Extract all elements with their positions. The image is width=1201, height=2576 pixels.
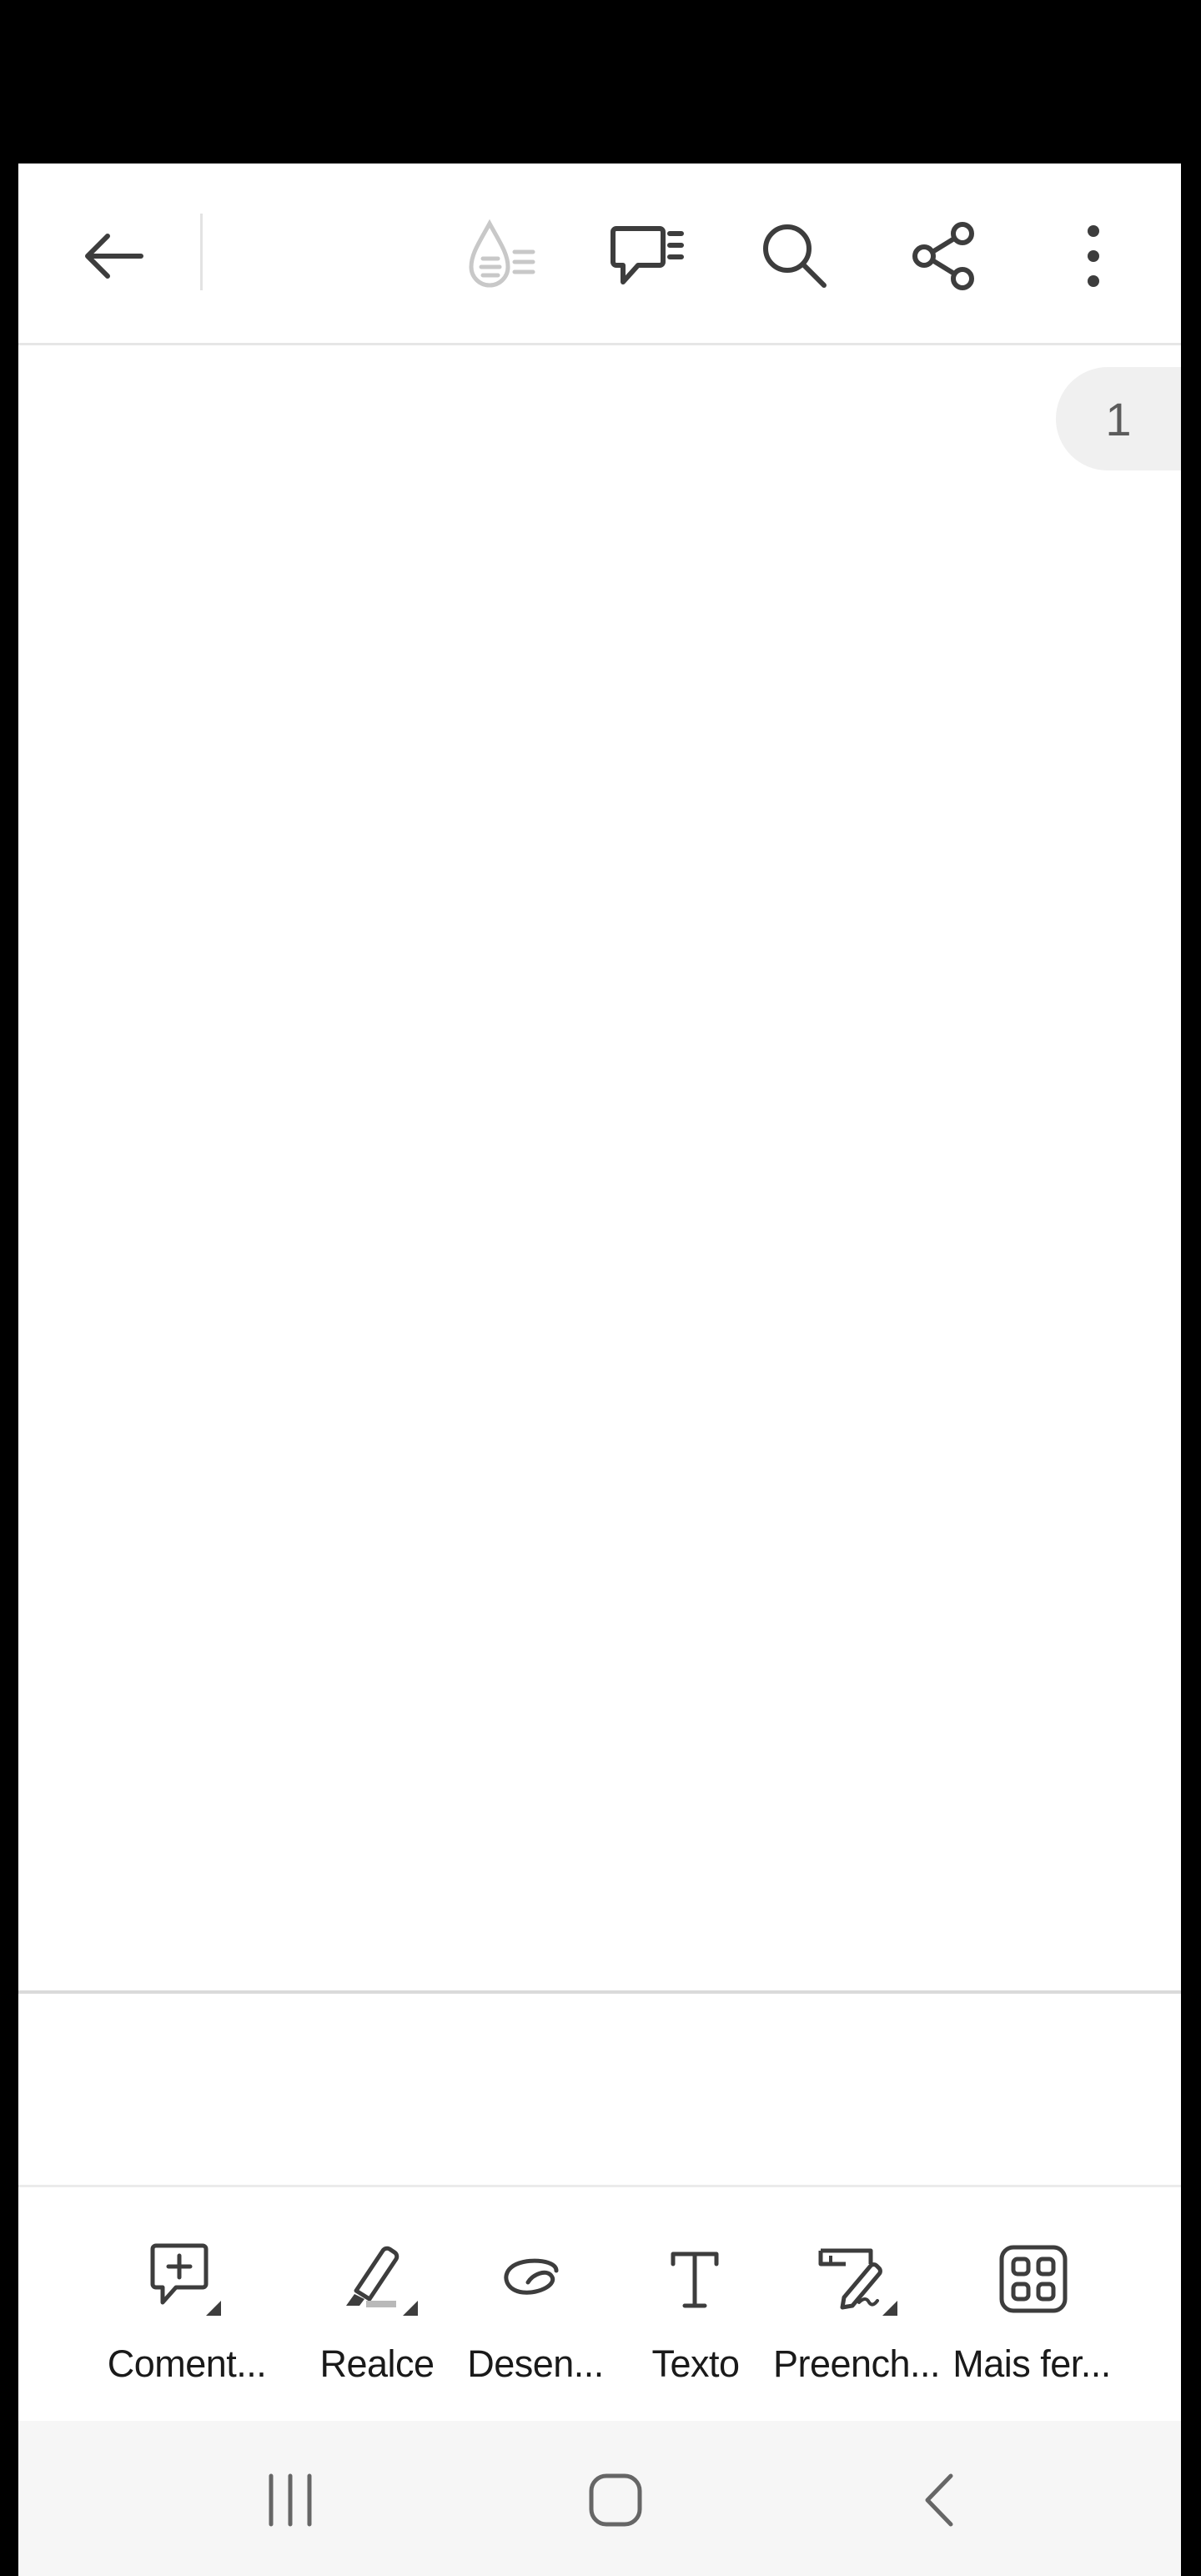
- text-icon: [650, 2239, 741, 2322]
- more-options-icon: [1088, 225, 1099, 287]
- tool-comment-label: Coment...: [107, 2342, 267, 2385]
- liquid-mode-icon: [469, 219, 535, 288]
- draw-icon: [490, 2239, 581, 2322]
- pdf-viewer-app: 1 Coment... Realce Desen... Texto Preenc…: [18, 164, 1181, 2576]
- document-viewport[interactable]: 1: [18, 345, 1181, 1990]
- home-icon: [589, 2473, 642, 2527]
- liquid-mode-button[interactable]: [457, 210, 549, 302]
- home-button[interactable]: [549, 2446, 682, 2554]
- search-icon: [763, 224, 827, 288]
- tool-more-tools-label: Mais fer...: [952, 2342, 1111, 2385]
- share-icon: [912, 222, 974, 290]
- tool-more-tools[interactable]: Mais fer...: [944, 2187, 1119, 2421]
- top-toolbar: [18, 164, 1181, 345]
- page-number-badge[interactable]: 1: [1056, 367, 1181, 470]
- recent-apps-button[interactable]: [224, 2446, 357, 2554]
- tool-text[interactable]: Texto: [621, 2187, 771, 2421]
- fill-sign-icon: [811, 2239, 902, 2322]
- system-navigation-bar: [18, 2421, 1181, 2576]
- back-arrow-icon: [85, 234, 143, 279]
- tool-fill-sign[interactable]: Preench...: [769, 2187, 944, 2421]
- system-back-button[interactable]: [872, 2446, 1006, 2554]
- document-footer-area: [18, 1994, 1181, 2187]
- tool-highlight[interactable]: Realce: [294, 2187, 460, 2421]
- comments-list-button[interactable]: [602, 210, 694, 302]
- recent-apps-icon: [269, 2473, 312, 2527]
- tool-fill-sign-label: Preench...: [772, 2342, 941, 2385]
- search-button[interactable]: [749, 210, 841, 302]
- back-button[interactable]: [67, 210, 158, 302]
- add-comment-icon: [141, 2239, 233, 2322]
- tool-text-label: Texto: [651, 2342, 740, 2385]
- bottom-tools-bar: Coment... Realce Desen... Texto Preench.…: [18, 2187, 1181, 2421]
- more-tools-icon: [986, 2239, 1078, 2322]
- more-options-button[interactable]: [1048, 210, 1139, 302]
- tool-highlight-label: Realce: [319, 2342, 435, 2385]
- comments-list-icon: [611, 226, 684, 284]
- tool-comment[interactable]: Coment...: [95, 2187, 279, 2421]
- toolbar-divider: [200, 214, 203, 290]
- tool-draw[interactable]: Desen...: [460, 2187, 611, 2421]
- share-button[interactable]: [899, 210, 991, 302]
- tool-draw-label: Desen...: [467, 2342, 604, 2385]
- highlighter-icon: [331, 2239, 423, 2322]
- system-back-icon: [925, 2473, 953, 2527]
